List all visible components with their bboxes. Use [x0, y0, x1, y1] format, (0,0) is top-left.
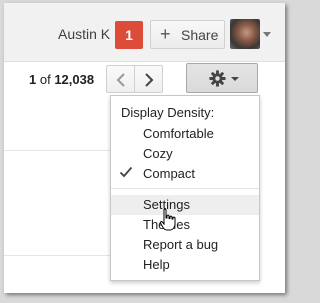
plus-icon: + — [160, 24, 171, 44]
menu-item-label: Help — [143, 257, 170, 272]
notification-badge[interactable]: 1 — [115, 21, 143, 49]
menu-item-label: Cozy — [143, 146, 173, 161]
top-bar: Austin K 1 + Share — [4, 3, 285, 62]
share-button[interactable]: + Share — [150, 20, 225, 49]
menu-item-themes[interactable]: Themes — [111, 215, 259, 235]
chevron-down-icon — [231, 77, 239, 81]
pager-total: 12,038 — [54, 72, 95, 87]
pager-of: of — [36, 72, 55, 87]
divider — [4, 150, 124, 151]
chevron-down-icon[interactable] — [263, 32, 271, 37]
pager-count: 1 of 12,038 — [29, 72, 94, 87]
density-heading: Display Density: — [121, 105, 215, 120]
settings-menu: Display Density: Comfortable Cozy Compac… — [110, 95, 260, 281]
menu-item-cozy[interactable]: Cozy — [111, 144, 259, 164]
hand-cursor-icon — [159, 208, 176, 231]
menu-item-label: Comfortable — [143, 126, 214, 141]
gmail-window: Austin K 1 + Share 1 of 12,038 Display D… — [4, 3, 285, 293]
divider — [4, 255, 124, 256]
menu-item-settings[interactable]: Settings — [111, 195, 259, 215]
newer-button[interactable] — [134, 65, 163, 93]
older-button[interactable] — [106, 65, 135, 93]
menu-item-report-bug[interactable]: Report a bug — [111, 235, 259, 255]
checkmark-icon — [119, 166, 133, 178]
settings-gear-button[interactable] — [186, 63, 258, 93]
menu-divider — [111, 188, 259, 189]
toolbar: 1 of 12,038 — [4, 61, 285, 97]
menu-item-help[interactable]: Help — [111, 255, 259, 275]
user-name-link[interactable]: Austin K — [58, 26, 110, 42]
menu-item-compact[interactable]: Compact — [111, 164, 259, 184]
menu-item-label: Compact — [143, 166, 196, 181]
avatar[interactable] — [230, 19, 260, 49]
share-button-label: Share — [181, 27, 219, 43]
chevron-right-icon — [145, 73, 154, 87]
chevron-left-icon — [116, 73, 125, 87]
menu-item-label: Report a bug — [143, 237, 219, 252]
menu-item-comfortable[interactable]: Comfortable — [111, 124, 259, 144]
gear-icon — [209, 70, 226, 87]
